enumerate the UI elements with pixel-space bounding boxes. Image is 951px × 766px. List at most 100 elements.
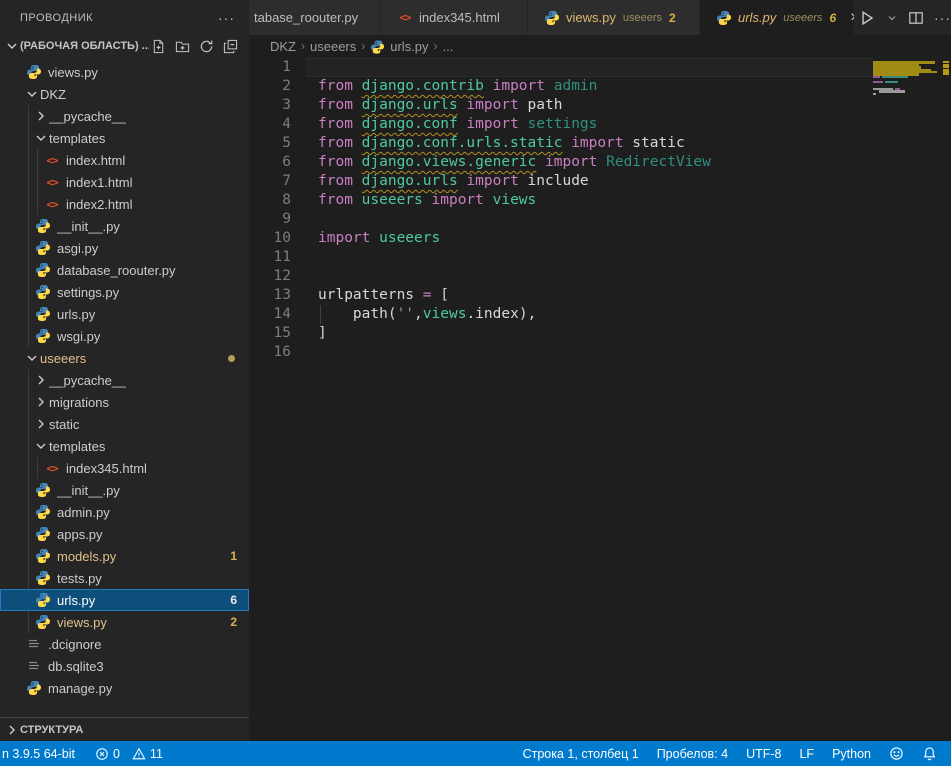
breadcrumb-item-useeers[interactable]: useeers [310,39,356,54]
collapse-all-icon[interactable] [221,37,239,55]
tab-label: tabase_roouter.py [254,10,358,25]
code-indent-guide [320,305,321,324]
run-dropdown-icon[interactable] [883,6,901,30]
tab-urls.py[interactable]: urls.pyuseeers6× [700,0,855,35]
tree-item-apps.py[interactable]: apps.py [0,523,249,545]
line-number: 6 [249,153,291,172]
workspace-title: (РАБОЧАЯ ОБЛАСТЬ) ... [20,40,149,52]
more-actions-icon[interactable]: ··· [931,6,951,30]
status-indentation[interactable]: Пробелов: 4 [651,741,734,766]
tree-item-__pycache__[interactable]: __pycache__ [0,369,249,391]
tree-item-index2.html[interactable]: <>index2.html [0,193,249,215]
line-number: 1 [249,58,291,77]
tree-item-label: db.sqlite3 [48,659,104,674]
line-number: 11 [249,248,291,267]
more-actions-icon[interactable]: ··· [218,10,235,26]
tab-tabase_roouter.py[interactable]: tabase_roouter.py [249,0,381,35]
tree-item-__init__.py[interactable]: __init__.py [0,479,249,501]
tree-item-migrations[interactable]: migrations [0,391,249,413]
tree-item-views.py[interactable]: views.py [0,61,249,83]
status-bar: n 3.9.5 64-bit 011 Строка 1, столбец 1Про… [0,741,951,766]
status-cursor-position[interactable]: Строка 1, столбец 1 [517,741,645,766]
status-eol[interactable]: LF [793,741,820,766]
code-line-1: 1 [249,58,873,77]
split-editor-icon[interactable] [905,6,927,30]
tree-item-label: DKZ [40,87,66,102]
tree-item-asgi.py[interactable]: asgi.py [0,237,249,259]
tree-item-__init__.py[interactable]: __init__.py [0,215,249,237]
breadcrumb-item-urls.py[interactable]: urls.py [370,39,428,54]
python-icon [35,570,51,586]
tree-item-templates[interactable]: templates [0,127,249,149]
python-icon [35,592,51,608]
workspace-section-header[interactable]: (РАБОЧАЯ ОБЛАСТЬ) ... [0,35,249,57]
new-folder-icon[interactable] [173,37,191,55]
outline-section-header[interactable]: СТРУКТУРА [0,717,249,741]
status-notifications[interactable] [916,741,943,766]
breadcrumb-separator: › [301,39,305,53]
python-icon [370,39,385,54]
tree-item-urls.py[interactable]: urls.py [0,303,249,325]
explorer-title: ПРОВОДНИК [20,12,93,24]
new-file-icon[interactable] [149,37,167,55]
status-python-interpreter[interactable]: n 3.9.5 64-bit [0,741,81,766]
tree-item-label: urls.py [57,307,95,322]
code-line-11: 11 [249,248,873,267]
python-icon [35,284,51,300]
code-line-13: 13urlpatterns = [ [249,286,873,305]
tab-description: useeers [623,12,662,24]
tree-item-templates[interactable]: templates [0,435,249,457]
line-number: 5 [249,134,291,153]
tree-item-admin.py[interactable]: admin.py [0,501,249,523]
refresh-icon[interactable] [197,37,215,55]
tree-item-tests.py[interactable]: tests.py [0,567,249,589]
run-icon[interactable] [855,6,879,30]
explorer-sidebar: ПРОВОДНИК ··· (РАБОЧАЯ ОБЛАСТЬ) ... view… [0,0,249,741]
tree-item-.dcignore[interactable]: .dcignore [0,633,249,655]
minimap[interactable] [873,57,941,741]
python-icon [26,680,42,696]
tree-item-wsgi.py[interactable]: wsgi.py [0,325,249,347]
tree-item-static[interactable]: static [0,413,249,435]
tab-views.py[interactable]: views.pyuseeers2 [528,0,700,35]
overview-ruler [941,57,951,741]
problems-badge: 2 [230,615,237,629]
file-tree: views.pyDKZ__pycache__templates<>index.h… [0,57,249,717]
status-feedback[interactable] [883,741,910,766]
tree-item-label: asgi.py [57,241,98,256]
tree-item-urls.py[interactable]: urls.py6 [0,589,249,611]
status-bar-left: n 3.9.5 64-bit 011 [0,741,177,766]
code-editor[interactable]: 12from django.contrib import admin3from … [249,57,951,741]
tab-label: urls.py [738,10,776,25]
code-line-6: 6from django.views.generic import Redire… [249,153,873,172]
status-encoding[interactable]: UTF-8 [740,741,787,766]
tree-item-models.py[interactable]: models.py1 [0,545,249,567]
tree-item-settings.py[interactable]: settings.py [0,281,249,303]
tree-item-useeers[interactable]: useeers [0,347,249,369]
vscode-window: ПРОВОДНИК ··· (РАБОЧАЯ ОБЛАСТЬ) ... view… [0,0,951,766]
tree-item-DKZ[interactable]: DKZ [0,83,249,105]
breadcrumb-item-...[interactable]: ... [443,39,454,54]
tab-index345.html[interactable]: <>index345.html [381,0,528,35]
tree-item-index.html[interactable]: <>index.html [0,149,249,171]
code-line-4: 4from django.conf import settings [249,115,873,134]
tree-item-manage.py[interactable]: manage.py [0,677,249,699]
tree-item-index345.html[interactable]: <>index345.html [0,457,249,479]
tree-item-__pycache__[interactable]: __pycache__ [0,105,249,127]
code-line-16: 16 [249,343,873,362]
tree-item-index1.html[interactable]: <>index1.html [0,171,249,193]
tree-item-views.py[interactable]: views.py2 [0,611,249,633]
tree-item-label: __pycache__ [49,109,126,124]
tree-item-label: admin.py [57,505,110,520]
status-language-mode[interactable]: Python [826,741,877,766]
tree-item-label: tests.py [57,571,102,586]
tab-label: views.py [566,10,616,25]
minimap-line [873,81,941,83]
tree-item-label: wsgi.py [57,329,100,344]
tree-item-database_roouter.py[interactable]: database_roouter.py [0,259,249,281]
code-line-7: 7from django.urls import include [249,172,873,191]
breadcrumb-item-DKZ[interactable]: DKZ [270,39,296,54]
tree-item-db.sqlite3[interactable]: db.sqlite3 [0,655,249,677]
status-problems[interactable]: 011 [89,741,169,766]
python-icon [35,504,51,520]
